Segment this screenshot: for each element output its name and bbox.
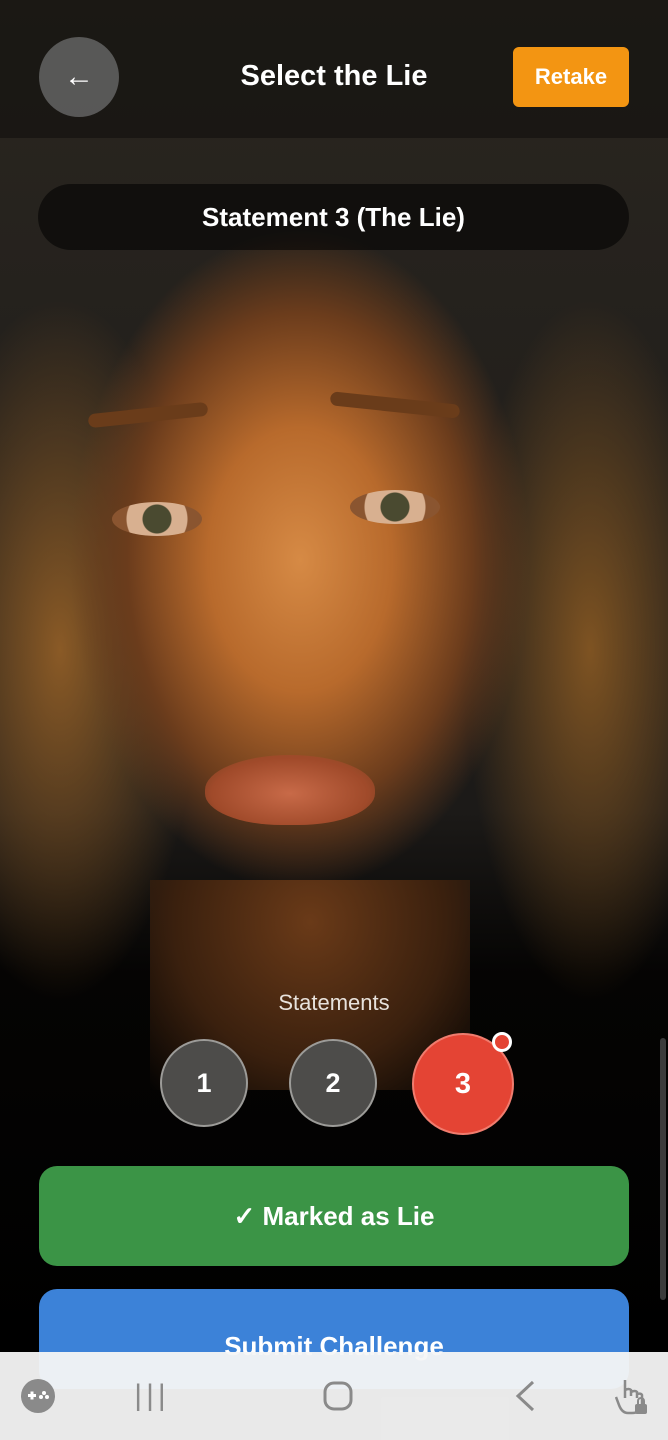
statement-2-button[interactable]: 2 [289, 1039, 377, 1127]
home-icon[interactable] [318, 1372, 358, 1420]
scrollbar[interactable] [660, 1038, 666, 1300]
retake-button[interactable]: Retake [513, 47, 629, 107]
system-back-icon[interactable] [505, 1372, 545, 1420]
statement-1-button[interactable]: 1 [160, 1039, 248, 1127]
recent-apps-icon[interactable]: ||| [130, 1372, 174, 1420]
marked-as-lie-button[interactable]: ✓ Marked as Lie [39, 1166, 629, 1266]
video-brow-right [329, 391, 461, 419]
selected-indicator-dot [492, 1032, 512, 1052]
touch-lock-icon[interactable] [612, 1372, 652, 1420]
statements-heading: Statements [278, 990, 390, 1015]
video-eye-right [350, 490, 440, 524]
game-controller-icon[interactable] [18, 1372, 58, 1420]
video-lips [205, 755, 375, 825]
statement-label-pill: Statement 3 (The Lie) [38, 184, 629, 250]
video-eye-left [112, 502, 202, 536]
video-brow-left [87, 401, 209, 429]
